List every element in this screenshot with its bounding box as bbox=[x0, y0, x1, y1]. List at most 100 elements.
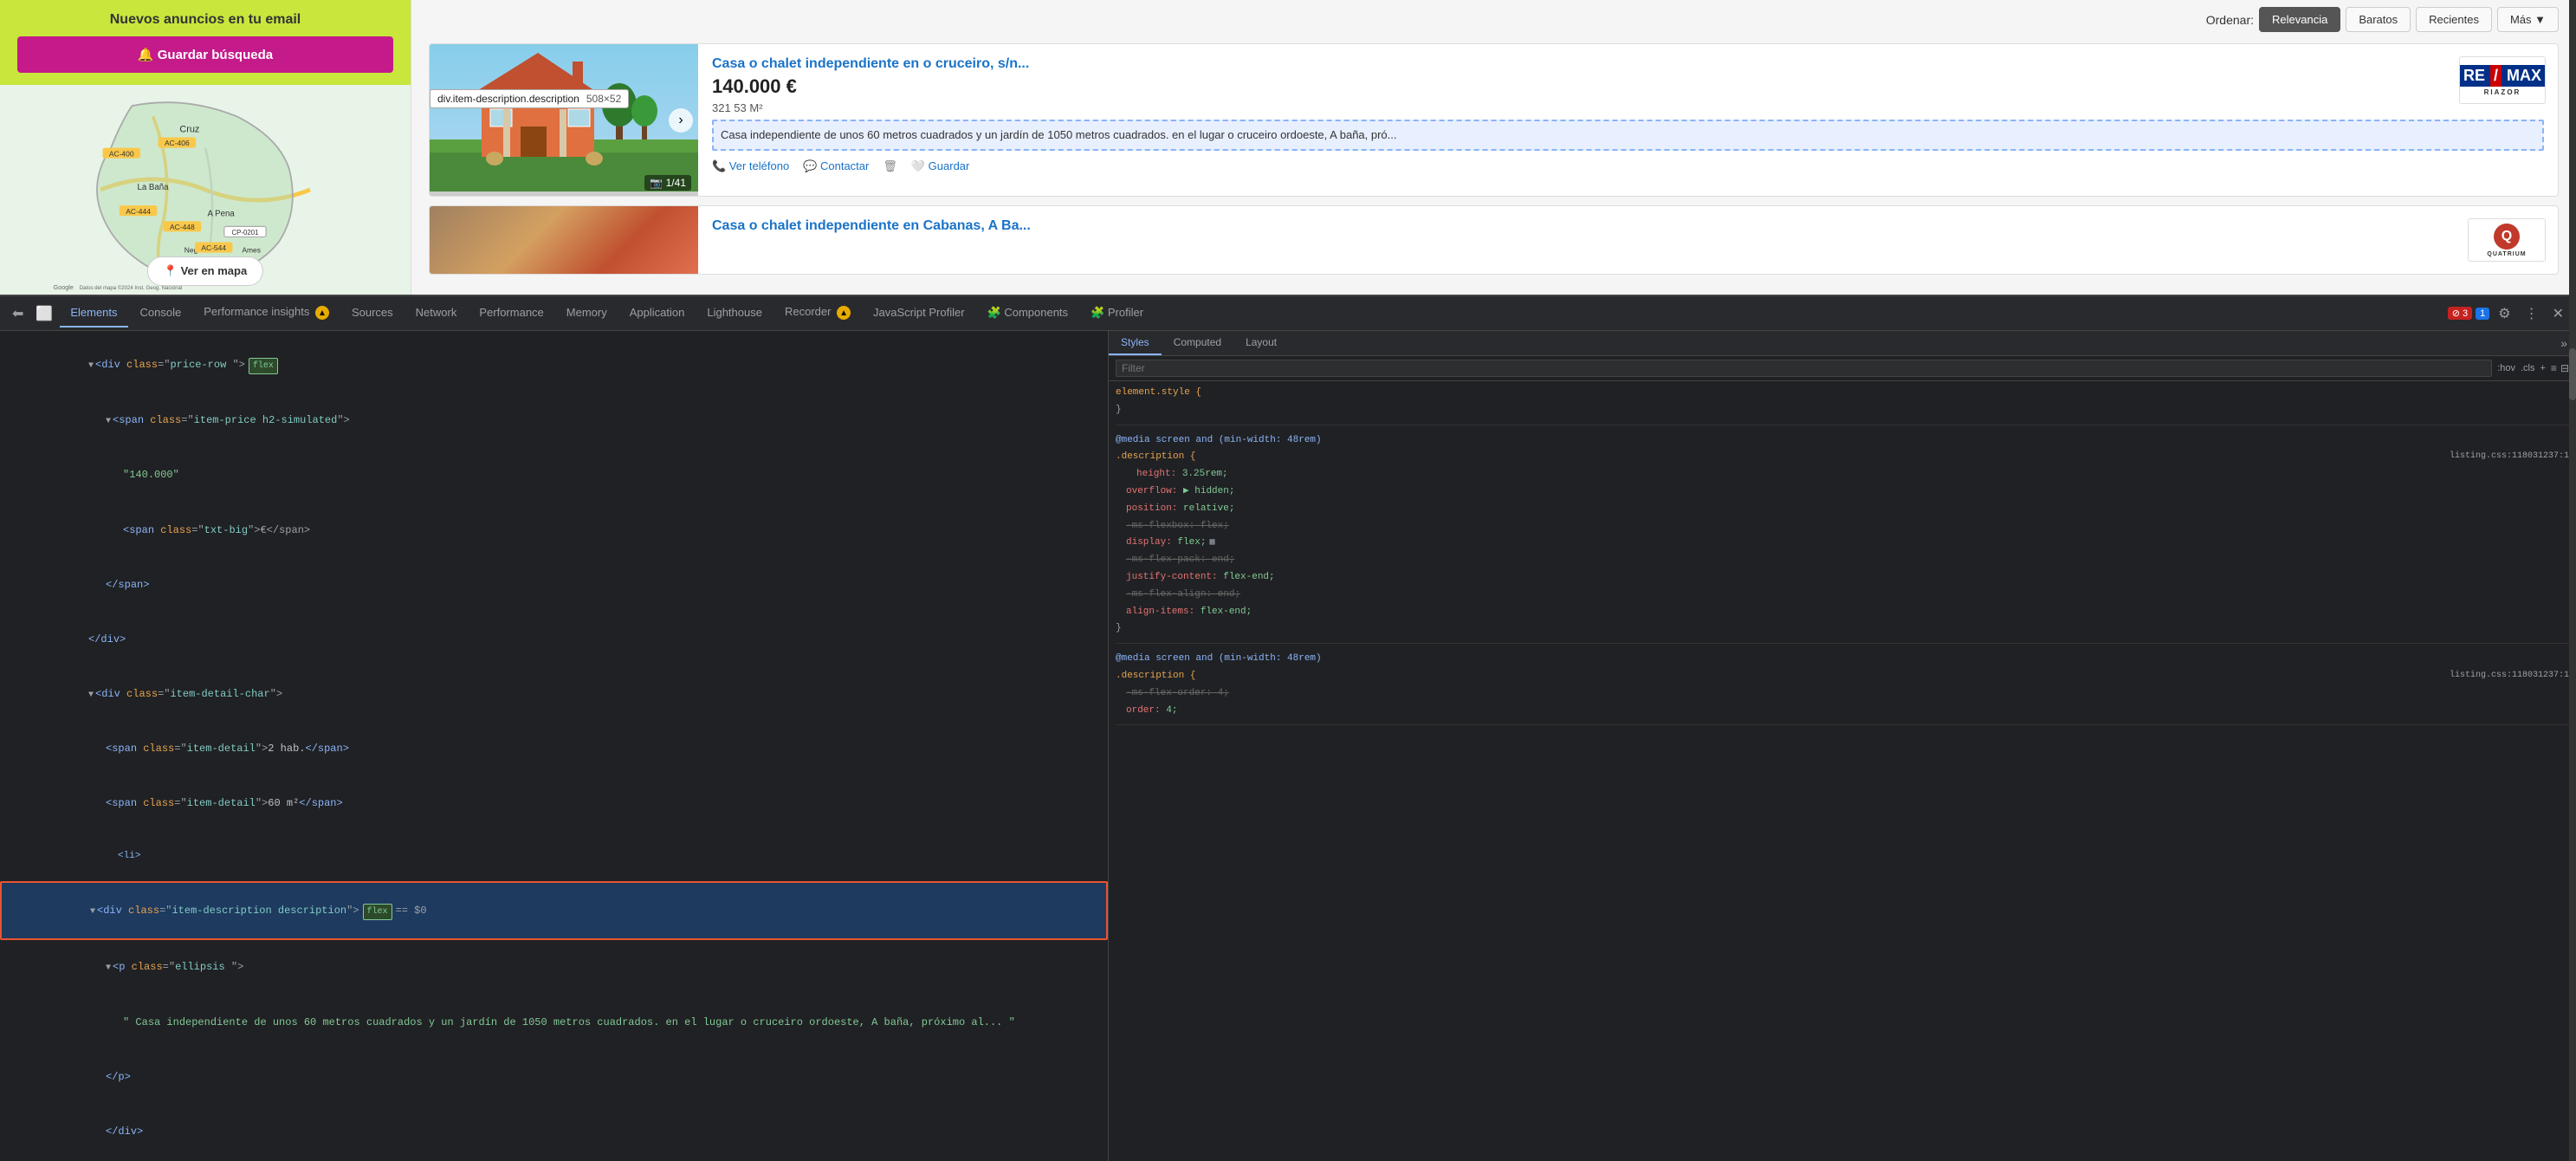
settings-button[interactable]: ⚙ bbox=[2493, 302, 2515, 326]
save-search-button[interactable]: 🔔 Guardar búsqueda bbox=[17, 36, 393, 73]
code-line-item-price[interactable]: ▼<span class="item-price h2-simulated"> bbox=[0, 393, 1108, 448]
sort-more-button[interactable]: Más ▼ bbox=[2497, 7, 2559, 32]
collapse-triangle: ▼ bbox=[88, 361, 94, 371]
guardar-link[interactable]: 🤍 Guardar bbox=[911, 159, 970, 173]
tab-memory[interactable]: Memory bbox=[556, 299, 618, 328]
tab-application[interactable]: Application bbox=[619, 299, 696, 328]
list-view-icon[interactable]: ≡ bbox=[2551, 362, 2557, 374]
style-order: order: 4; bbox=[1116, 703, 2569, 720]
code-line-span-euro[interactable]: <span class="txt-big">€</span> bbox=[0, 503, 1108, 557]
listing-card: 📷 1/41 › div.item-description.descriptio… bbox=[429, 43, 2559, 197]
image-counter: 📷 1/41 bbox=[644, 175, 691, 191]
agency-logo-quatrium: Q QUATRIUM bbox=[2468, 218, 2546, 262]
tab-performance[interactable]: Performance bbox=[469, 299, 553, 328]
listing-actions: 📞 Ver teléfono 💬 Contactar 🗑 🤍 Guardar bbox=[712, 159, 2544, 173]
tab-elements[interactable]: Elements bbox=[60, 299, 127, 328]
tab-styles[interactable]: Styles bbox=[1109, 331, 1162, 355]
svg-text:Ames: Ames bbox=[242, 246, 261, 255]
listings-container: Ordenar: Relevancia Baratos Recientes Má… bbox=[411, 0, 2576, 295]
style-ms-flexbox: -ms-flexbox: flex; bbox=[1116, 518, 2569, 535]
scrollbar-thumb[interactable] bbox=[2569, 348, 2576, 400]
style-ms-flex-pack: -ms-flex-pack: end; bbox=[1116, 552, 2569, 569]
add-style-btn[interactable]: + bbox=[2540, 363, 2545, 373]
tab-console[interactable]: Console bbox=[130, 299, 192, 328]
tab-computed[interactable]: Computed bbox=[1162, 331, 1233, 355]
code-line-ellipsis-p[interactable]: ▼<p class="ellipsis "> bbox=[0, 940, 1108, 995]
quatrium-logo: Q QUATRIUM bbox=[2483, 220, 2529, 261]
styles-panel: Styles Computed Layout » :hov .cls + ≡ ⊟ bbox=[1109, 331, 2576, 1161]
tab-performance-insights[interactable]: Performance insights ▲ bbox=[193, 298, 340, 329]
code-line-div-close-1[interactable]: </div> bbox=[0, 612, 1108, 666]
styles-scrollbar[interactable] bbox=[2569, 331, 2576, 1161]
svg-text:La Baña: La Baña bbox=[137, 183, 169, 192]
collapse-triangle-2: ▼ bbox=[106, 417, 111, 426]
style-ms-flex-align: -ms-flex-align: end; bbox=[1116, 587, 2569, 604]
listing-title-2-link[interactable]: Casa o chalet independiente en Cabanas, … bbox=[712, 218, 2544, 234]
error-count-badge: ⊘ 3 bbox=[2448, 307, 2472, 320]
listing-description-highlight: Casa independiente de unos 60 metros cua… bbox=[712, 120, 2544, 151]
cls-filter-btn[interactable]: .cls bbox=[2521, 363, 2535, 373]
tab-components[interactable]: 🧩 Components bbox=[977, 299, 1079, 328]
image-next-button[interactable]: › bbox=[669, 108, 693, 133]
agency-name-text: RIAZOR bbox=[2484, 88, 2521, 96]
svg-text:AC-406: AC-406 bbox=[165, 139, 190, 147]
badge-element-name: div.item-description.description bbox=[437, 93, 579, 105]
sort-relevancia-button[interactable]: Relevancia bbox=[2259, 7, 2340, 32]
style-rule-description-1: .description { listing.css:118031237:1 bbox=[1116, 449, 2569, 466]
computed-view-icon[interactable]: ⊟ bbox=[2560, 362, 2569, 374]
tab-network[interactable]: Network bbox=[405, 299, 468, 328]
inspect-element-button[interactable]: ⬅ bbox=[7, 302, 29, 326]
code-line-li[interactable]: <li> bbox=[0, 831, 1108, 881]
sort-recientes-button[interactable]: Recientes bbox=[2416, 7, 2492, 32]
code-line-p-close[interactable]: </p> bbox=[0, 1049, 1108, 1104]
contactar-link[interactable]: 💬 Contactar bbox=[803, 159, 869, 173]
code-line-item-description-highlighted[interactable]: ▼<div class="item-description descriptio… bbox=[0, 881, 1108, 940]
elements-code-panel[interactable]: ▼<div class="price-row ">flex ▼<span cla… bbox=[0, 331, 1108, 1161]
listing-image-2 bbox=[430, 206, 698, 275]
code-line-div-close-2[interactable]: </div> bbox=[0, 1105, 1108, 1159]
tab-profiler[interactable]: 🧩 Profiler bbox=[1080, 299, 1154, 328]
delete-link[interactable]: 🗑 bbox=[883, 159, 897, 173]
svg-text:AC-448: AC-448 bbox=[170, 223, 195, 231]
tab-js-profiler[interactable]: JavaScript Profiler bbox=[863, 299, 974, 328]
code-line-span-close[interactable]: </span> bbox=[0, 557, 1108, 612]
description-selector-1: .description { bbox=[1116, 451, 1195, 462]
styles-filter-input[interactable] bbox=[1116, 360, 2492, 377]
style-rule-close: } bbox=[1116, 402, 2569, 419]
ver-en-mapa-button[interactable]: 📍 Ver en mapa bbox=[147, 256, 263, 286]
tab-sources[interactable]: Sources bbox=[341, 299, 404, 328]
hov-filter-btn[interactable]: :hov bbox=[2497, 363, 2515, 373]
svg-text:A Pena: A Pena bbox=[208, 209, 236, 218]
sort-bar: Ordenar: Relevancia Baratos Recientes Má… bbox=[2206, 7, 2559, 32]
device-toolbar-button[interactable]: ⬜ bbox=[30, 302, 58, 326]
tab-recorder[interactable]: Recorder ▲ bbox=[774, 298, 861, 329]
tab-layout[interactable]: Layout bbox=[1233, 331, 1289, 355]
attr-class: class bbox=[126, 359, 158, 371]
styles-filter-bar: :hov .cls + ≡ ⊟ bbox=[1109, 356, 2576, 381]
sort-baratos-button[interactable]: Baratos bbox=[2346, 7, 2411, 32]
tab-lighthouse[interactable]: Lighthouse bbox=[696, 299, 773, 328]
svg-text:CP-0201: CP-0201 bbox=[231, 229, 258, 237]
styles-content: element.style { } @media screen and (min… bbox=[1109, 381, 2576, 1161]
listing-card-2: Q QUATRIUM Casa o chalet independiente e… bbox=[429, 205, 2559, 275]
media-query-1: @media screen and (min-width: 48rem) bbox=[1116, 432, 2569, 450]
style-block-element: element.style { } bbox=[1116, 385, 2569, 425]
devtools-right-icons: ⊘ 3 1 ⚙ ⋮ ✕ bbox=[2448, 302, 2569, 326]
listing-title-link[interactable]: Casa o chalet independiente en o cruceir… bbox=[712, 56, 2544, 72]
code-line-item-detail-char[interactable]: ▼<div class="item-detail-char"> bbox=[0, 667, 1108, 722]
more-options-button[interactable]: ⋮ bbox=[2520, 302, 2544, 326]
code-line-item-detail-hab[interactable]: <span class="item-detail">2 hab.</span> bbox=[0, 722, 1108, 776]
code-line-price-row[interactable]: ▼<div class="price-row ">flex bbox=[0, 338, 1108, 393]
quatrium-name: QUATRIUM bbox=[2487, 251, 2526, 257]
ver-telefono-link[interactable]: 📞 Ver teléfono bbox=[712, 159, 789, 173]
close-devtools-button[interactable]: ✕ bbox=[2547, 302, 2569, 326]
media-query-2: @media screen and (min-width: 48rem) bbox=[1116, 651, 2569, 668]
error-count: 3 bbox=[2463, 308, 2468, 319]
code-line-price-text[interactable]: "140.000" bbox=[0, 448, 1108, 503]
style-block-media-1: @media screen and (min-width: 48rem) .de… bbox=[1116, 432, 2569, 645]
code-line-description-text[interactable]: " Casa independiente de unos 60 metros c… bbox=[0, 995, 1108, 1049]
code-line-item-detail-m2[interactable]: <span class="item-detail">60 m²</span> bbox=[0, 776, 1108, 831]
svg-text:Google: Google bbox=[54, 283, 74, 291]
flex-icon[interactable]: ▦ bbox=[1209, 538, 1214, 548]
left-sidebar: Nuevos anuncios en tu email 🔔 Guardar bú… bbox=[0, 0, 411, 295]
